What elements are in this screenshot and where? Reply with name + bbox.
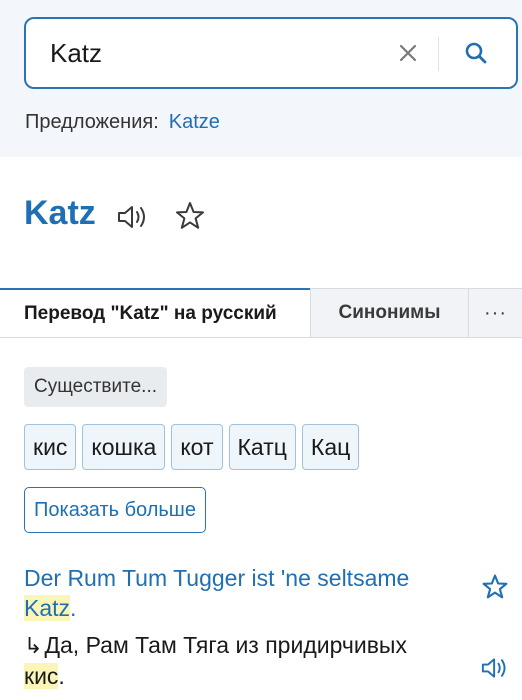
example-translation: ↳Да, Рам Там Тяга из придирчивых кис. [24, 630, 444, 692]
example-target-highlight: кис [24, 663, 59, 689]
example-source[interactable]: Der Rum Tum Tugger ist 'ne seltsame Katz… [24, 563, 434, 623]
translation-chip[interactable]: кошка [82, 424, 166, 470]
search-icon[interactable] [458, 35, 494, 71]
search-input[interactable]: Katz [50, 38, 102, 69]
tab-translation[interactable]: Перевод "Katz" на русский [0, 288, 310, 337]
example-source-text: Der Rum Tum Tugger ist 'ne seltsame [24, 565, 410, 591]
headword: Katz [24, 194, 96, 232]
translation-list: кис кошка кот Катц Кац [24, 424, 360, 470]
example-star-icon[interactable] [481, 573, 509, 601]
search-divider [438, 37, 439, 71]
translation-chip[interactable]: кот [171, 424, 223, 470]
speaker-icon[interactable] [116, 202, 150, 232]
search-area: Katz Предложения: Katze [0, 0, 522, 157]
show-more-button[interactable]: Показать больше [24, 487, 206, 533]
translation-chip[interactable]: Кац [301, 424, 360, 470]
example-speaker-icon[interactable] [480, 655, 510, 681]
tab-synonyms[interactable]: Синонимы [310, 289, 468, 337]
example-target-end: . [58, 663, 65, 689]
suggestion-link[interactable]: Katze [169, 111, 220, 133]
search-box[interactable]: Katz [24, 17, 518, 89]
example-target-text: Да, Рам Там Тяга из придирчивых [44, 632, 407, 658]
tab-bar: Перевод "Katz" на русский Синонимы ··· [0, 288, 522, 338]
translation-chip[interactable]: кис [24, 424, 77, 470]
part-of-speech-label: Существите... [24, 367, 168, 407]
example-source-end: . [70, 595, 77, 621]
suggestions: Предложения: Katze [25, 111, 220, 134]
close-icon[interactable] [392, 37, 424, 69]
example-source-highlight: Katz [24, 595, 71, 621]
translation-chip[interactable]: Катц [228, 424, 296, 470]
suggestions-label: Предложения: [25, 111, 159, 133]
arrow-icon: ↳ [24, 633, 43, 658]
tab-more[interactable]: ··· [468, 289, 522, 337]
star-icon[interactable] [174, 200, 206, 232]
